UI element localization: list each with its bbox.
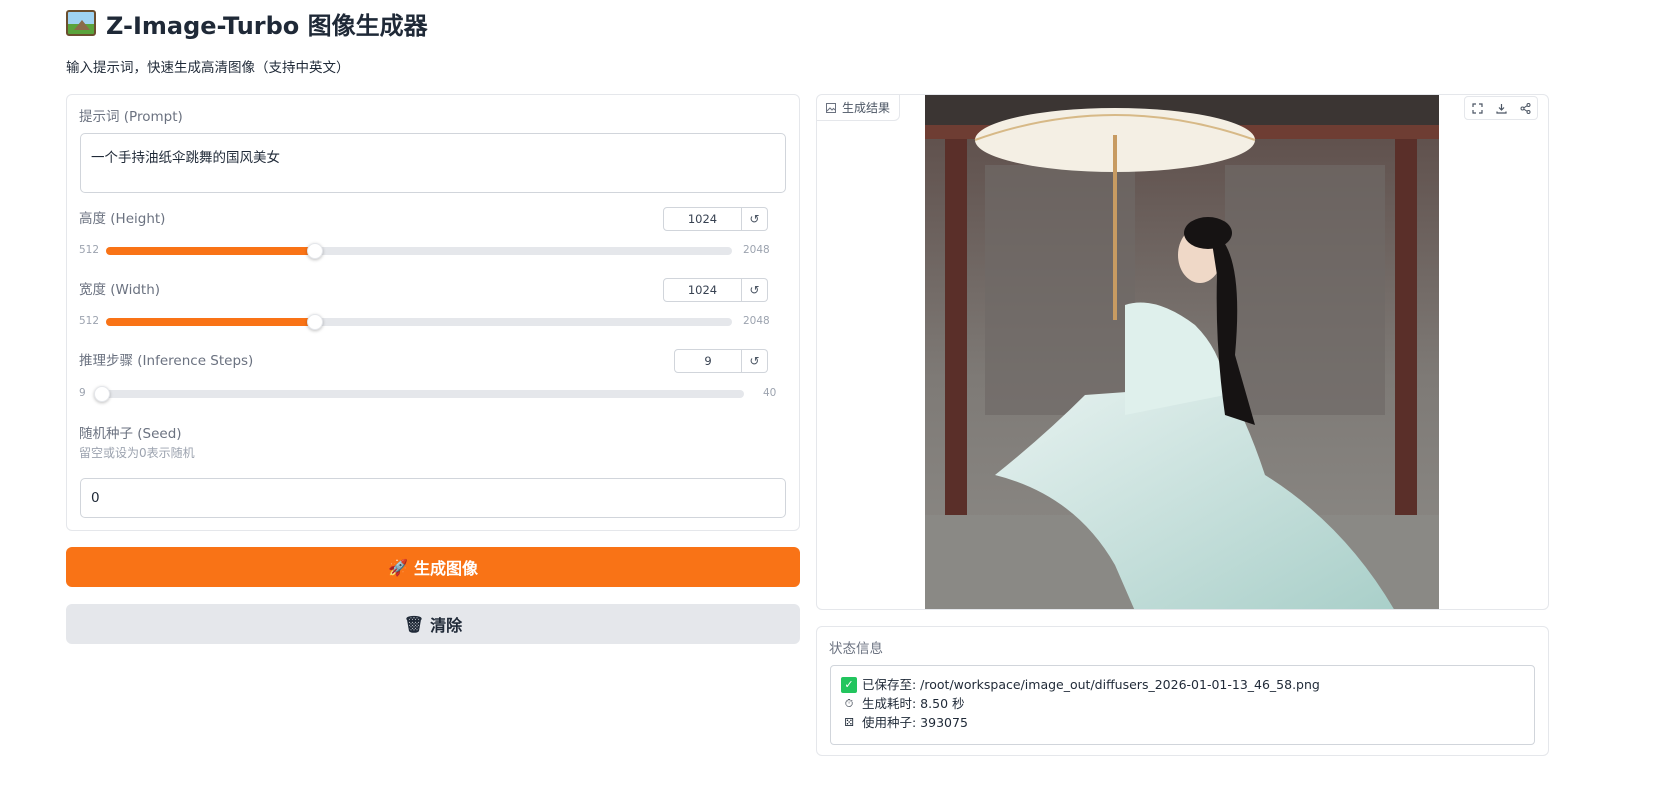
width-label: 宽度 (Width) <box>79 282 161 298</box>
status-time-text: 生成耗时: 8.50 秒 <box>862 696 965 711</box>
result-label-text: 生成结果 <box>842 101 891 115</box>
dice-icon: ⚄ <box>844 716 854 729</box>
height-max-label: 2048 <box>743 244 770 256</box>
width-slider[interactable] <box>106 314 732 330</box>
status-seed-text: 使用种子: 393075 <box>862 715 968 730</box>
width-reset-button[interactable]: ↺ <box>742 278 768 302</box>
page-title-text: Z-Image-Turbo 图像生成器 <box>106 11 428 40</box>
height-slider[interactable] <box>106 243 732 259</box>
fullscreen-icon[interactable] <box>1465 97 1489 119</box>
image-toolbar <box>1464 96 1538 120</box>
status-label: 状态信息 <box>829 641 883 657</box>
height-number-input[interactable]: 1024 <box>663 207 742 231</box>
clear-button[interactable]: 🗑 清除 <box>66 604 800 644</box>
width-slider-thumb[interactable] <box>306 314 323 330</box>
steps-label: 推理步骤 (Inference Steps) <box>79 353 254 369</box>
status-panel: 状态信息 ✓ 已保存至: /root/workspace/image_out/d… <box>816 626 1549 756</box>
generate-button-label: 生成图像 <box>413 559 478 578</box>
seed-hint: 留空或设为0表示随机 <box>79 446 195 460</box>
check-icon: ✓ <box>841 676 857 693</box>
framed-picture-icon <box>66 10 96 36</box>
steps-number-input[interactable]: 9 <box>674 349 742 373</box>
height-min-label: 512 <box>79 244 100 256</box>
trash-icon: 🗑 <box>403 614 425 634</box>
clear-button-label: 清除 <box>430 616 463 635</box>
height-slider-thumb[interactable] <box>306 243 323 259</box>
page-title: Z-Image-Turbo 图像生成器 <box>66 4 428 42</box>
seed-label: 随机种子 (Seed) <box>79 426 182 442</box>
height-slider-fill <box>106 247 315 255</box>
image-icon <box>826 102 836 113</box>
stopwatch-icon: ⏱ <box>844 697 854 710</box>
generate-button[interactable]: 🚀 生成图像 <box>66 547 800 587</box>
status-saved-row: ✓ 已保存至: /root/workspace/image_out/diffus… <box>841 675 1524 694</box>
width-number-input[interactable]: 1024 <box>663 278 742 302</box>
height-label: 高度 (Height) <box>79 211 166 227</box>
width-slider-fill <box>106 318 315 326</box>
steps-max-label: 40 <box>763 387 777 399</box>
prompt-label: 提示词 (Prompt) <box>79 109 183 125</box>
steps-reset-button[interactable]: ↺ <box>742 349 768 373</box>
steps-min-label: 9 <box>79 387 86 399</box>
width-min-label: 512 <box>79 315 100 327</box>
height-reset-button[interactable]: ↺ <box>742 207 768 231</box>
generated-image <box>925 95 1439 609</box>
result-panel: 生成结果 <box>816 94 1549 610</box>
prompt-textarea[interactable]: 一个手持油纸伞跳舞的国风美女 <box>80 133 786 193</box>
steps-slider[interactable] <box>94 386 744 402</box>
steps-slider-thumb[interactable] <box>94 386 110 402</box>
status-output: ✓ 已保存至: /root/workspace/image_out/diffus… <box>830 665 1535 745</box>
input-panel: 提示词 (Prompt) 一个手持油纸伞跳舞的国风美女 高度 (Height) … <box>66 94 800 531</box>
download-icon[interactable] <box>1489 97 1513 119</box>
page-subtitle: 输入提示词，快速生成高清图像（支持中英文） <box>66 60 350 76</box>
status-seed-row: ⚄ 使用种子: 393075 <box>841 713 1524 732</box>
seed-input[interactable]: 0 <box>80 478 786 518</box>
rocket-icon: 🚀 <box>388 557 408 577</box>
status-time-row: ⏱ 生成耗时: 8.50 秒 <box>841 694 1524 713</box>
width-max-label: 2048 <box>743 315 770 327</box>
share-icon[interactable] <box>1513 97 1537 119</box>
status-saved-text: 已保存至: /root/workspace/image_out/diffuser… <box>862 677 1320 692</box>
result-label: 生成结果 <box>817 95 901 121</box>
